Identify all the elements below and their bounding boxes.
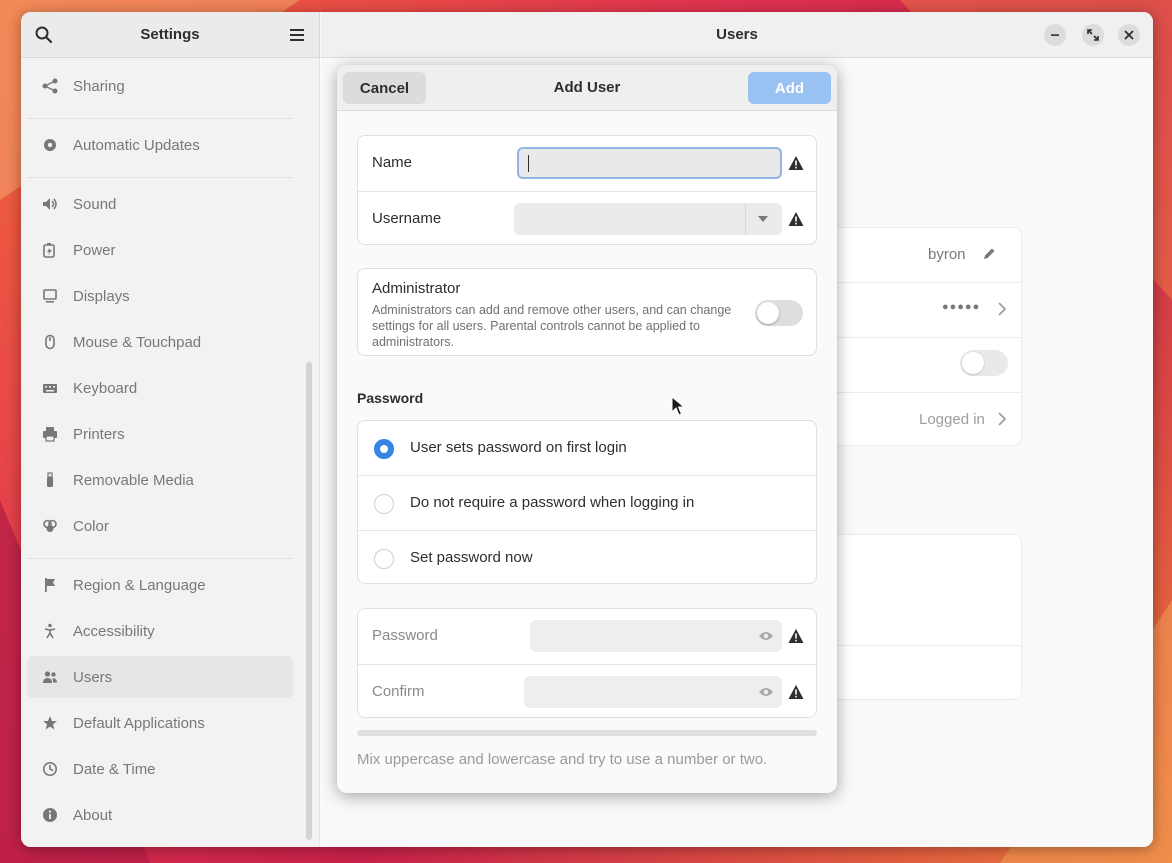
password-section-title: Password (357, 390, 424, 406)
dialog-header: Cancel Add User Add (337, 65, 837, 111)
password-strength-bar (357, 730, 817, 736)
add-button[interactable]: Add (748, 72, 831, 104)
radio-button[interactable] (374, 439, 394, 459)
administrator-description: Administrators can add and remove other … (372, 303, 732, 349)
username-combobox[interactable] (514, 203, 782, 235)
maximize-button[interactable] (1082, 24, 1104, 46)
warning-icon (788, 212, 804, 226)
chevron-down-icon[interactable] (757, 215, 769, 223)
password-label: Password (372, 627, 438, 644)
password-input[interactable] (530, 620, 782, 652)
name-row: Name (358, 136, 816, 191)
radio-label: Do not require a password when logging i… (410, 494, 695, 511)
name-label: Name (372, 154, 413, 171)
warning-icon (788, 685, 804, 699)
confirm-label: Confirm (372, 683, 425, 700)
confirm-input[interactable] (524, 676, 782, 708)
minimize-button[interactable] (1044, 24, 1066, 46)
eye-icon[interactable] (758, 685, 774, 699)
password-mode-card: User sets password on first login Do not… (357, 420, 817, 584)
close-icon (1124, 30, 1134, 40)
warning-icon (788, 629, 804, 643)
radio-row-set-now[interactable]: Set password now (358, 530, 816, 585)
eye-icon[interactable] (758, 629, 774, 643)
radio-label: User sets password on first login (410, 439, 627, 456)
radio-row-no-password[interactable]: Do not require a password when logging i… (358, 475, 816, 530)
page-title: Users (716, 26, 758, 43)
administrator-card: Administrator Administrators can add and… (357, 268, 817, 356)
password-row: Password (358, 609, 816, 664)
sidebar-header: Settings (21, 12, 319, 58)
identity-card: Name Username (357, 135, 817, 245)
hamburger-menu-icon[interactable] (287, 25, 307, 45)
password-hint: Mix uppercase and lowercase and try to u… (357, 751, 768, 768)
radio-label: Set password now (410, 549, 533, 566)
maximize-icon (1087, 29, 1099, 41)
password-entry-card: Password Confirm (357, 608, 817, 718)
radio-button[interactable] (374, 494, 394, 514)
add-user-dialog: Cancel Add User Add Name Username Admini… (337, 65, 837, 793)
combo-divider (745, 203, 746, 235)
username-row: Username (358, 191, 816, 246)
name-input[interactable] (517, 147, 782, 179)
administrator-title: Administrator (372, 280, 461, 297)
username-label: Username (372, 210, 442, 227)
close-button[interactable] (1118, 24, 1140, 46)
main-header: Users (321, 12, 1153, 58)
radio-row-first-login[interactable]: User sets password on first login (358, 421, 816, 476)
confirm-row: Confirm (358, 664, 816, 719)
administrator-switch[interactable] (755, 300, 803, 326)
minimize-icon (1051, 34, 1059, 36)
mouse-pointer-icon (671, 396, 685, 416)
warning-icon (788, 156, 804, 170)
radio-button[interactable] (374, 549, 394, 569)
sidebar-title: Settings (140, 26, 200, 43)
text-caret (528, 155, 529, 172)
